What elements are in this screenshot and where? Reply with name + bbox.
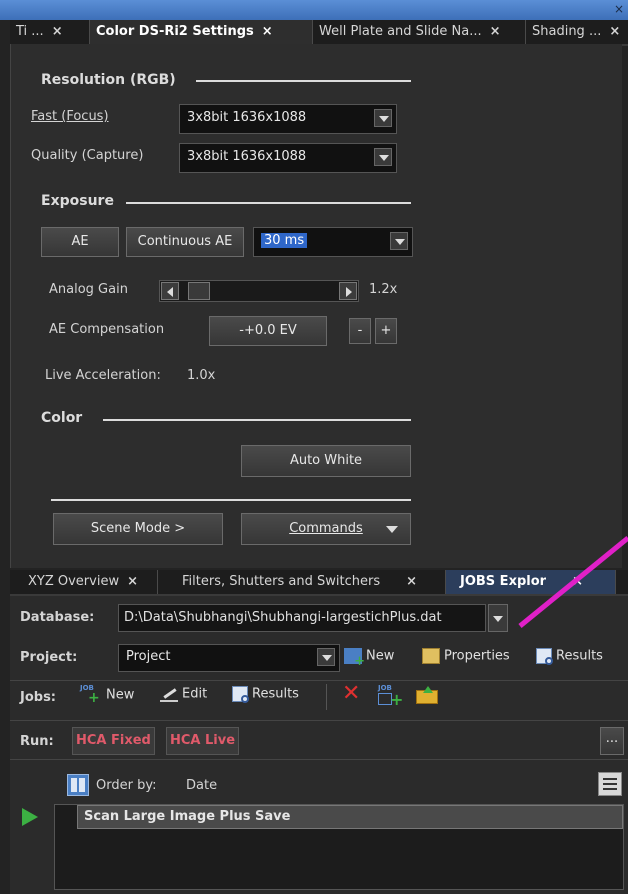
annotation-line (518, 536, 628, 628)
annotation-arrow (518, 536, 628, 628)
